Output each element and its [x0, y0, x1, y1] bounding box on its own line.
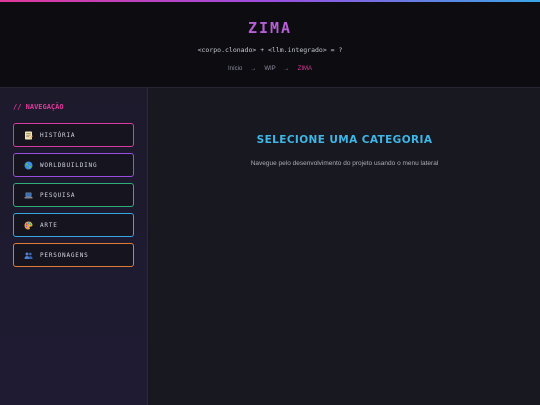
- breadcrumb-separator: →: [250, 66, 257, 72]
- sidebar-item-label: HISTÓRIA: [40, 131, 76, 139]
- sidebar: // NAVEGAÇÃO HISTÓRIA WORLDBUILDING PESQ…: [0, 88, 148, 405]
- sidebar-item-personagens[interactable]: PERSONAGENS: [13, 243, 134, 267]
- people-icon: [24, 251, 33, 260]
- breadcrumb-wip[interactable]: WIP: [264, 66, 275, 72]
- sidebar-item-arte[interactable]: ARTE: [13, 213, 134, 237]
- sidebar-item-label: PESQUISA: [40, 191, 76, 199]
- main-title: SELECIONE UMA CATEGORIA: [256, 134, 433, 146]
- breadcrumb-current: ZIMA: [297, 66, 313, 72]
- sidebar-item-pesquisa[interactable]: PESQUISA: [13, 183, 134, 207]
- memo-icon: [24, 131, 33, 140]
- palette-icon: [24, 221, 33, 230]
- sidebar-title: // NAVEGAÇÃO: [13, 103, 64, 111]
- main-content: SELECIONE UMA CATEGORIA Navegue pelo des…: [149, 88, 540, 405]
- breadcrumb-inicio[interactable]: Início: [228, 66, 242, 72]
- brand-title: ZIMA: [247, 19, 293, 37]
- sidebar-item-label: ARTE: [40, 221, 58, 229]
- laptop-icon: [24, 191, 33, 200]
- main-subtitle: Navegue pelo desenvolvimento do projeto …: [250, 160, 439, 167]
- breadcrumb-separator: →: [283, 66, 290, 72]
- sidebar-item-historia[interactable]: HISTÓRIA: [13, 123, 134, 147]
- sidebar-item-worldbuilding[interactable]: WORLDBUILDING: [13, 153, 134, 177]
- tagline: <corpo.clonado> + <llm.integrado> = ?: [197, 46, 343, 54]
- globe-icon: [24, 161, 33, 170]
- sidebar-item-label: PERSONAGENS: [40, 251, 89, 259]
- sidebar-item-label: WORLDBUILDING: [40, 161, 98, 169]
- page-header: ZIMA <corpo.clonado> + <llm.integrado> =…: [0, 2, 540, 88]
- breadcrumb: Início → WIP → ZIMA: [0, 66, 540, 72]
